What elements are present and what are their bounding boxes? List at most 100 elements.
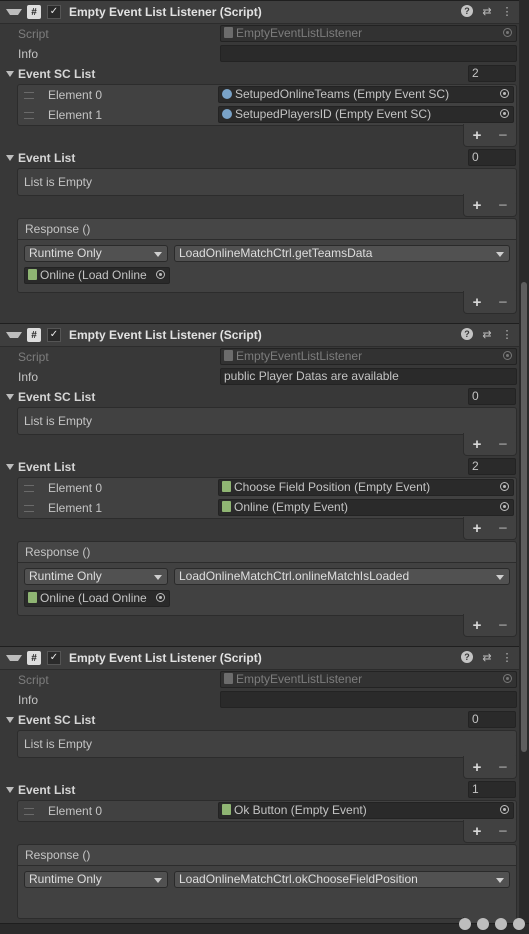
component-header[interactable]: # ✓ Empty Event List Listener (Script)? ⇄ ⋮ <box>0 323 519 347</box>
element-object-field[interactable]: SetupedOnlineTeams (Empty Event SC) <box>218 86 514 103</box>
drag-handle-icon[interactable] <box>24 505 34 512</box>
method-dropdown[interactable]: LoadOnlineMatchCtrl.onlineMatchIsLoaded <box>174 568 510 585</box>
add-element-button[interactable]: + <box>473 436 482 453</box>
runtime-dropdown[interactable]: Runtime Only <box>24 568 168 585</box>
event-list-size-field[interactable]: 0 <box>468 149 516 166</box>
element-object-field[interactable]: Choose Field Position (Empty Event) <box>218 479 514 496</box>
method-dropdown[interactable]: LoadOnlineMatchCtrl.okChooseFieldPositio… <box>174 871 510 888</box>
foldout-arrow-icon[interactable] <box>6 464 14 470</box>
presets-icon[interactable]: ⇄ <box>481 5 493 18</box>
remove-element-button[interactable]: − <box>499 197 508 214</box>
component-title: Empty Event List Listener (Script) <box>69 651 262 665</box>
element-object-field[interactable]: Online (Empty Event) <box>218 499 514 516</box>
add-element-button[interactable]: + <box>473 823 482 840</box>
foldout-arrow-icon[interactable] <box>6 332 22 338</box>
sc-list-header[interactable]: Event SC List 0 <box>0 710 519 730</box>
remove-element-button[interactable]: − <box>499 127 508 144</box>
object-picker-icon[interactable] <box>156 593 165 602</box>
drag-handle-icon[interactable] <box>24 485 34 492</box>
list-element[interactable]: Element 0 Ok Button (Empty Event) <box>18 801 516 821</box>
add-element-button[interactable]: + <box>473 520 482 537</box>
foldout-arrow-icon[interactable] <box>6 71 14 77</box>
list-element[interactable]: Element 1 SetupedPlayersID (Empty Event S… <box>18 105 516 125</box>
header-icons: ? ⇄ ⋮ <box>461 328 513 341</box>
target-icon[interactable] <box>495 918 507 930</box>
sc-list-size-field[interactable]: 0 <box>468 711 516 728</box>
event-list-header[interactable]: Event List 0 <box>0 148 519 168</box>
foldout-arrow-icon[interactable] <box>6 787 14 793</box>
bug-icon[interactable] <box>459 918 471 930</box>
enabled-checkbox[interactable]: ✓ <box>47 5 61 19</box>
component-header[interactable]: # ✓ Empty Event List Listener (Script)? ⇄ ⋮ <box>0 0 519 24</box>
runtime-dropdown[interactable]: Runtime Only <box>24 871 168 888</box>
element-object-field[interactable]: SetupedPlayersID (Empty Event SC) <box>218 106 514 123</box>
event-list-header[interactable]: Event List 1 <box>0 780 519 800</box>
context-menu-icon[interactable]: ⋮ <box>501 651 513 664</box>
info-field[interactable]: public Player Datas are available <box>220 368 517 385</box>
info-field[interactable] <box>220 691 517 708</box>
component-header[interactable]: # ✓ Empty Event List Listener (Script)? ⇄ ⋮ <box>0 646 519 670</box>
object-picker-icon[interactable] <box>500 805 509 814</box>
drag-handle-icon[interactable] <box>24 808 34 815</box>
runtime-label: Runtime Only <box>29 246 102 260</box>
drag-handle-icon[interactable] <box>24 112 34 119</box>
presets-icon[interactable]: ⇄ <box>481 651 493 664</box>
foldout-arrow-icon[interactable] <box>6 655 22 661</box>
remove-element-button[interactable]: − <box>499 436 508 453</box>
foldout-arrow-icon[interactable] <box>6 9 22 15</box>
foldout-arrow-icon[interactable] <box>6 717 14 723</box>
remove-element-button[interactable]: − <box>499 759 508 776</box>
info-field[interactable] <box>220 45 517 62</box>
sc-list-size-field[interactable]: 2 <box>468 65 516 82</box>
context-menu-icon[interactable]: ⋮ <box>501 5 513 18</box>
object-picker-icon[interactable] <box>156 270 165 279</box>
help-icon[interactable]: ? <box>461 5 473 17</box>
layers-icon[interactable] <box>477 918 489 930</box>
remove-element-button[interactable]: − <box>499 520 508 537</box>
object-picker-icon[interactable] <box>500 482 509 491</box>
target-object-field[interactable]: Online (Load Online <box>24 267 170 284</box>
drag-handle-icon[interactable] <box>24 92 34 99</box>
context-menu-icon[interactable]: ⋮ <box>501 328 513 341</box>
add-listener-button[interactable]: + <box>473 294 482 311</box>
enabled-checkbox[interactable]: ✓ <box>47 328 61 342</box>
remove-element-button[interactable]: − <box>499 823 508 840</box>
event-list-label: Event List <box>18 783 76 797</box>
list-element[interactable]: Element 0 SetupedOnlineTeams (Empty Event… <box>18 85 516 105</box>
remove-listener-button[interactable]: − <box>499 617 508 634</box>
element-value: Choose Field Position (Empty Event) <box>234 480 431 494</box>
sc-list-size-field[interactable]: 0 <box>468 388 516 405</box>
event-list-size-field[interactable]: 2 <box>468 458 516 475</box>
object-picker-icon[interactable] <box>500 89 509 98</box>
help-icon[interactable]: ? <box>461 651 473 663</box>
element-object-field[interactable]: Ok Button (Empty Event) <box>218 802 514 819</box>
presets-icon[interactable]: ⇄ <box>481 328 493 341</box>
list-element[interactable]: Element 0 Choose Field Position (Empty Ev… <box>18 478 516 498</box>
gameobject-icon <box>28 269 37 280</box>
sc-list-header[interactable]: Event SC List 2 <box>0 64 519 84</box>
add-element-button[interactable]: + <box>473 127 482 144</box>
event-list-size-field[interactable]: 1 <box>468 781 516 798</box>
inspector-scrollbar[interactable] <box>519 0 529 934</box>
event-list-header[interactable]: Event List 2 <box>0 457 519 477</box>
foldout-arrow-icon[interactable] <box>6 394 14 400</box>
add-element-button[interactable]: + <box>473 197 482 214</box>
foldout-arrow-icon[interactable] <box>6 155 14 161</box>
script-value: EmptyEventListListener <box>236 349 363 363</box>
remove-listener-button[interactable]: − <box>499 294 508 311</box>
object-picker-icon[interactable] <box>500 109 509 118</box>
add-listener-button[interactable]: + <box>473 617 482 634</box>
scrollbar-thumb[interactable] <box>521 282 527 752</box>
settings-icon[interactable] <box>513 918 525 930</box>
list-element[interactable]: Element 1 Online (Empty Event) <box>18 498 516 518</box>
add-element-button[interactable]: + <box>473 759 482 776</box>
enabled-checkbox[interactable]: ✓ <box>47 651 61 665</box>
target-object-field[interactable]: Online (Load Online <box>24 590 170 607</box>
runtime-dropdown[interactable]: Runtime Only <box>24 245 168 262</box>
method-dropdown[interactable]: LoadOnlineMatchCtrl.getTeamsData <box>174 245 510 262</box>
element-label: Element 1 <box>48 108 103 122</box>
object-picker-icon[interactable] <box>500 502 509 511</box>
sc-list-empty-text: List is Empty <box>24 737 93 751</box>
help-icon[interactable]: ? <box>461 328 473 340</box>
sc-list-header[interactable]: Event SC List 0 <box>0 387 519 407</box>
